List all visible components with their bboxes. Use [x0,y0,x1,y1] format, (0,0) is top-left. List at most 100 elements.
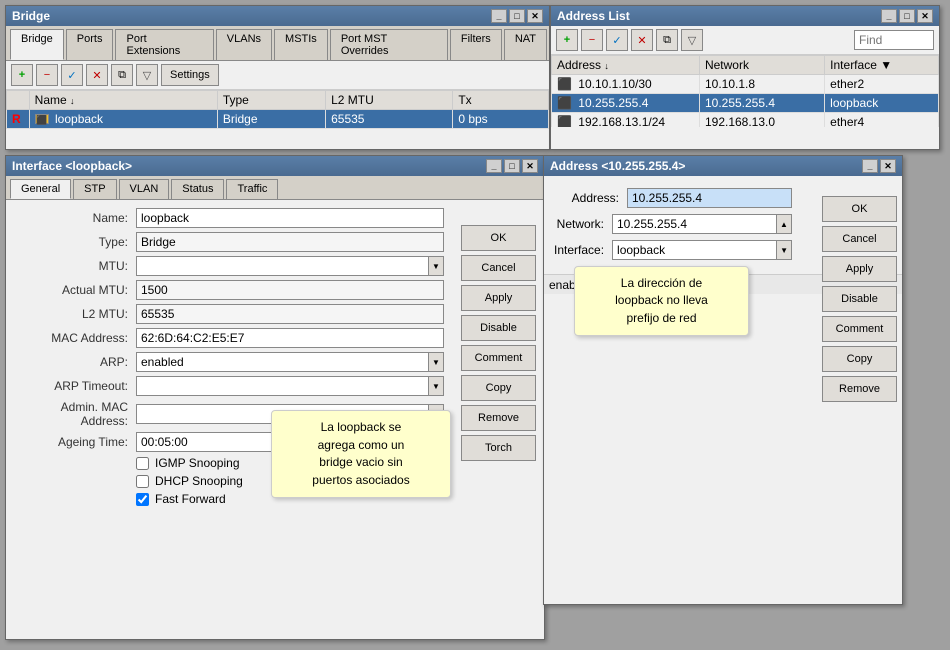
l2mtu-label: L2 MTU: [16,307,136,321]
address-edit-titlebar: Address <10.255.255.4> _ ✕ [544,156,902,176]
tab-vlan[interactable]: VLAN [119,179,170,199]
bridge-icon: ⬛ [35,114,49,124]
fast-forward-checkbox[interactable] [136,493,149,506]
interface-arrow-down[interactable]: ▼ [776,240,792,260]
addr-comment-btn[interactable]: Comment [822,316,897,342]
ok-btn[interactable]: OK [461,225,536,251]
copy-btn[interactable]: ⧉ [111,64,133,86]
tab-port-mst-overrides[interactable]: Port MST Overrides [330,29,448,60]
addr-list-minimize-btn[interactable]: _ [881,9,897,23]
tab-general[interactable]: General [10,179,71,199]
interface-field-input[interactable] [612,240,776,260]
bridge-close-btn[interactable]: ✕ [527,9,543,23]
addr-row-3[interactable]: ⬛ 192.168.13.1/24 192.168.13.0 ether4 [552,113,939,128]
delete-btn[interactable]: − [36,64,58,86]
tab-traffic[interactable]: Traffic [226,179,278,199]
arp-timeout-arrow-btn[interactable]: ▼ [428,376,444,396]
remove-btn[interactable]: Remove [461,405,536,431]
network-arrow-up[interactable]: ▲ [776,214,792,234]
filter-btn[interactable]: ▽ [136,64,158,86]
cancel-btn[interactable]: Cancel [461,255,536,281]
tab-vlans[interactable]: VLANs [216,29,272,60]
tab-bridge[interactable]: Bridge [10,29,64,60]
col-tx[interactable]: Tx [453,91,549,110]
interface-btn-panel: OK Cancel Apply Disable Comment Copy Rem… [461,225,536,461]
tab-filters[interactable]: Filters [450,29,502,60]
col-l2mtu[interactable]: L2 MTU [326,91,453,110]
addr-filter-btn[interactable]: ▽ [681,29,703,51]
interface-close-btn[interactable]: ✕ [522,159,538,173]
bridge-tab-bar: Bridge Ports Port Extensions VLANs MSTIs… [6,26,549,61]
addr-copy-btn[interactable]: Copy [822,346,897,372]
addr-edit-minimize-btn[interactable]: _ [862,159,878,173]
addr-copy-btn[interactable]: ⧉ [656,29,678,51]
address-list-titlebar: Address List _ □ ✕ [551,6,939,26]
mac-input[interactable] [136,328,444,348]
addr-enable-btn[interactable]: ✓ [606,29,628,51]
bridge-maximize-btn[interactable]: □ [509,9,525,23]
addr-add-btn[interactable]: + [556,29,578,51]
tab-status[interactable]: Status [171,179,224,199]
mtu-arrow-btn[interactable]: ▼ [428,256,444,276]
row-indicator: R [7,110,30,129]
addr-edit-close-btn[interactable]: ✕ [880,159,896,173]
address-list-title: Address List [557,9,630,23]
network-field-input[interactable] [612,214,776,234]
interface-field-label: Interface: [554,243,612,257]
igmp-checkbox[interactable] [136,457,149,470]
col-type[interactable]: Type [217,91,325,110]
arp-timeout-label: ARP Timeout: [16,379,136,393]
arp-row: ARP: ▼ [6,352,454,372]
table-row[interactable]: R ⬛ loopback Bridge 65535 0 bps [7,110,549,129]
addr-apply-btn[interactable]: Apply [822,256,897,282]
col-interface[interactable]: Interface ▼ [825,56,939,75]
tab-stp[interactable]: STP [73,179,116,199]
address-edit-btn-panel: OK Cancel Apply Disable Comment Copy Rem… [822,196,897,402]
disable-btn[interactable]: ✕ [86,64,108,86]
addr-icon-3: ⬛ [557,115,572,127]
comment-btn[interactable]: Comment [461,345,536,371]
settings-btn[interactable]: Settings [161,64,219,86]
arp-arrow-btn[interactable]: ▼ [428,352,444,372]
addr-cancel-btn[interactable]: Cancel [822,226,897,252]
bridge-minimize-btn[interactable]: _ [491,9,507,23]
col-addr[interactable]: Address ↓ [552,56,700,75]
copy-btn-iface[interactable]: Copy [461,375,536,401]
actual-mtu-row: Actual MTU: [6,280,454,300]
add-btn[interactable]: + [11,64,33,86]
addr-1-address: ⬛ 10.10.1.10/30 [552,75,700,94]
arp-input[interactable] [136,352,428,372]
addr-ok-btn[interactable]: OK [822,196,897,222]
col-name[interactable]: Name ↓ [29,91,217,110]
addr-list-maximize-btn[interactable]: □ [899,9,915,23]
interface-minimize-btn[interactable]: _ [486,159,502,173]
addr-disable-btn[interactable]: ✕ [631,29,653,51]
mtu-input[interactable] [136,256,428,276]
torch-btn[interactable]: Torch [461,435,536,461]
col-network[interactable]: Network [699,56,824,75]
addr-del-btn[interactable]: − [581,29,603,51]
tab-port-extensions[interactable]: Port Extensions [115,29,213,60]
apply-btn[interactable]: Apply [461,285,536,311]
addr-list-close-btn[interactable]: ✕ [917,9,933,23]
arp-timeout-input[interactable] [136,376,428,396]
disable-btn-iface[interactable]: Disable [461,315,536,341]
addr-remove-btn[interactable]: Remove [822,376,897,402]
dhcp-checkbox[interactable] [136,475,149,488]
enable-btn[interactable]: ✓ [61,64,83,86]
addr-row-2[interactable]: ⬛ 10.255.255.4 10.255.255.4 loopback [552,94,939,113]
bridge-window: Bridge _ □ ✕ Bridge Ports Port Extension… [5,5,550,150]
address-table-container: Address ↓ Network Interface ▼ ⬛ 10.10.1.… [551,55,939,127]
addr-1-interface: ether2 [825,75,939,94]
addr-disable-btn[interactable]: Disable [822,286,897,312]
tab-nat[interactable]: NAT [504,29,547,60]
addr-row-1[interactable]: ⬛ 10.10.1.10/30 10.10.1.8 ether2 [552,75,939,94]
name-input[interactable] [136,208,444,228]
addr-find-input[interactable] [854,30,934,50]
interface-window-controls: _ □ ✕ [486,159,538,173]
interface-maximize-btn[interactable]: □ [504,159,520,173]
address-field-input[interactable] [627,188,792,208]
interface-field-row: Interface: ▼ [544,240,802,260]
tab-ports[interactable]: Ports [66,29,114,60]
tab-mstis[interactable]: MSTIs [274,29,328,60]
